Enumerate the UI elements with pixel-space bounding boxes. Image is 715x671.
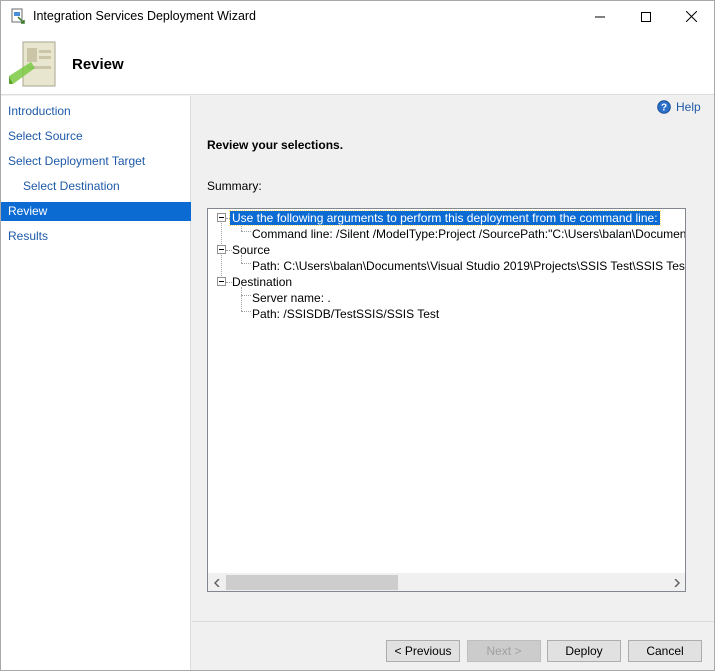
summary-label: Summary: (207, 179, 262, 193)
tree-node-command-line[interactable]: Command line: /Silent /ModelType:Project… (250, 226, 685, 242)
main-panel: ? Help Review your selections. Summary: (192, 96, 714, 621)
help-link[interactable]: ? Help (657, 100, 701, 114)
horizontal-scrollbar[interactable] (208, 573, 685, 591)
tree-node-destination-path[interactable]: Path: /SSISDB/TestSSIS/SSIS Test (250, 306, 441, 322)
minimize-icon (595, 16, 605, 17)
nav-item-review[interactable]: Review (1, 202, 191, 221)
page-title: Review (72, 56, 124, 73)
nav-item-introduction[interactable]: Introduction (1, 102, 191, 121)
window-title: Integration Services Deployment Wizard (33, 9, 257, 23)
chevron-left-icon (213, 578, 220, 587)
collapse-toggle[interactable] (217, 245, 226, 254)
maximize-icon (641, 11, 651, 22)
nav-item-results[interactable]: Results (1, 227, 191, 246)
nav-item-select-source[interactable]: Select Source (1, 127, 191, 146)
package-deploy-icon (11, 8, 25, 24)
minimize-button[interactable] (577, 1, 623, 32)
tree-node-label: Path: C:\Users\balan\Documents\Visual St… (252, 259, 685, 273)
wizard-banner-graphic (9, 41, 56, 87)
tree-connector (241, 287, 242, 311)
chevron-right-icon (673, 578, 680, 587)
tree-node-label: Destination (232, 275, 293, 289)
scrollbar-thumb[interactable] (226, 575, 398, 590)
title-bar: Integration Services Deployment Wizard (1, 1, 714, 32)
tree-node-source[interactable]: Source (230, 242, 272, 258)
tree-viewport: Use the following arguments to perform t… (208, 209, 685, 573)
tree-node-label: Use the following arguments to perform t… (229, 210, 661, 226)
scroll-left-button[interactable] (208, 574, 225, 591)
next-button[interactable]: Next > (467, 640, 541, 662)
svg-text:?: ? (661, 103, 667, 114)
deploy-button[interactable]: Deploy (547, 640, 621, 662)
close-button[interactable] (668, 1, 714, 32)
summary-tree[interactable]: Use the following arguments to perform t… (207, 208, 686, 592)
nav-item-select-deployment-target[interactable]: Select Deployment Target (1, 152, 191, 171)
tree-node-source-path[interactable]: Path: C:\Users\balan\Documents\Visual St… (250, 258, 685, 274)
collapse-toggle[interactable] (217, 213, 226, 222)
tree-node-server-name[interactable]: Server name: . (250, 290, 333, 306)
help-icon: ? (657, 100, 671, 114)
cancel-button[interactable]: Cancel (628, 640, 702, 662)
wizard-header: Review (1, 32, 714, 95)
section-heading: Review your selections. (207, 138, 344, 152)
help-label: Help (676, 100, 701, 114)
tree-node-label: Path: /SSISDB/TestSSIS/SSIS Test (252, 307, 440, 321)
wizard-nav: Introduction Select Source Select Deploy… (1, 96, 191, 670)
nav-item-select-destination[interactable]: Select Destination (1, 177, 191, 196)
close-icon (685, 11, 697, 22)
maximize-button[interactable] (623, 1, 669, 32)
collapse-toggle[interactable] (217, 277, 226, 286)
tree-node-label: Server name: . (252, 291, 331, 305)
scroll-right-button[interactable] (668, 574, 685, 591)
wizard-window: Integration Services Deployment Wizard R… (0, 0, 715, 671)
tree-node-arguments[interactable]: Use the following arguments to perform t… (229, 210, 661, 226)
tree-node-destination[interactable]: Destination (230, 274, 294, 290)
tree-node-label: Command line: /Silent /ModelType:Project… (252, 227, 685, 241)
previous-button[interactable]: < Previous (386, 640, 460, 662)
tree-node-label: Source (232, 243, 271, 257)
wizard-footer: < Previous Next > Deploy Cancel (192, 621, 714, 670)
